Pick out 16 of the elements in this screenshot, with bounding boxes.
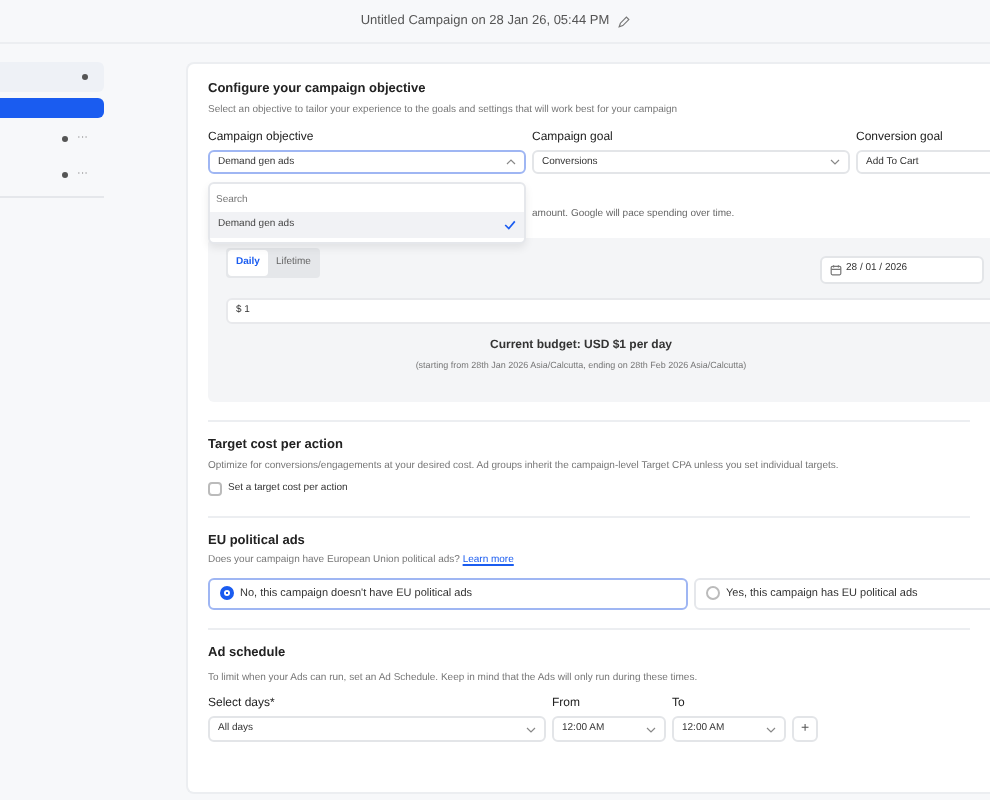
status-dot-icon — [61, 136, 67, 142]
sidebar-item[interactable] — [0, 62, 104, 92]
status-dot-icon — [61, 172, 67, 178]
check-icon — [504, 220, 516, 231]
radio-button[interactable] — [706, 586, 720, 601]
radio-button[interactable] — [220, 586, 234, 601]
caret-down-icon — [646, 725, 656, 733]
calendar-icon — [830, 263, 842, 276]
sidebar-item[interactable] — [0, 98, 104, 118]
caret-down-icon — [766, 725, 776, 733]
status-dot-icon — [82, 74, 88, 80]
edit-icon[interactable] — [617, 15, 630, 27]
checkbox[interactable] — [208, 482, 222, 497]
caret-down-icon — [830, 158, 840, 167]
caret-up-icon — [506, 158, 516, 167]
caret-down-icon — [526, 725, 536, 733]
